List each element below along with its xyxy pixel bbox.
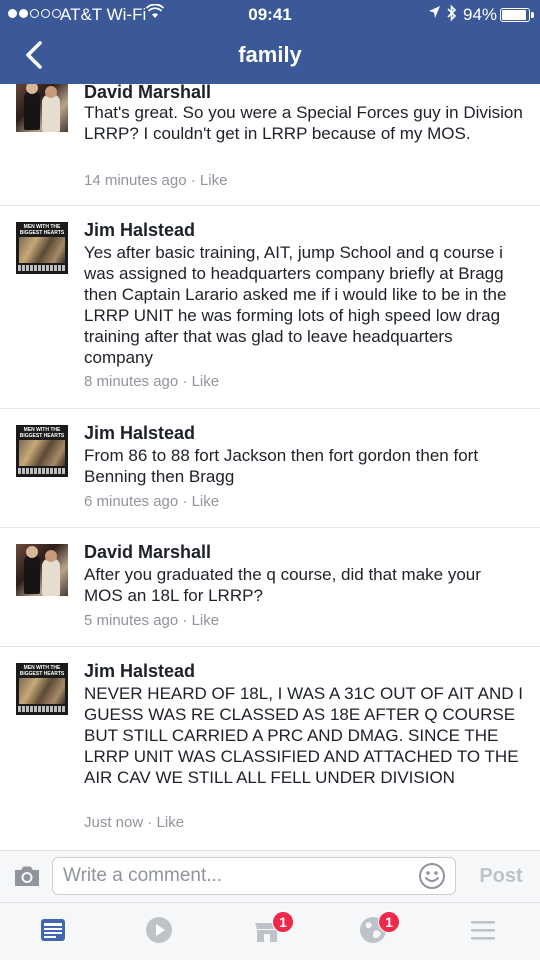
comment-input[interactable] <box>52 857 456 895</box>
camera-icon[interactable] <box>12 863 42 889</box>
smiley-icon[interactable] <box>418 862 446 890</box>
comment-item: MEN WITH THE BIGGEST HEARTS Jim Halstead… <box>0 409 540 528</box>
comment-text: After you graduated the q course, did th… <box>84 565 481 605</box>
like-link[interactable]: Like <box>192 612 220 629</box>
comment-item: David Marshall That's great. So you were… <box>0 84 540 206</box>
news-feed-icon[interactable] <box>38 915 72 949</box>
comment-time: 8 minutes ago <box>84 373 179 390</box>
comment-meta: Just now · Like <box>84 814 185 831</box>
marketplace-badge: 1 <box>272 911 294 933</box>
avatar[interactable] <box>16 544 68 596</box>
comment-meta: 8 minutes ago · Like <box>84 373 220 390</box>
comment-author[interactable]: David Marshall <box>84 542 211 563</box>
comment-meta: 5 minutes ago · Like <box>84 612 220 629</box>
battery-icon <box>500 8 534 22</box>
location-arrow-icon <box>428 5 441 23</box>
comment-text: Yes after basic training, AIT, jump Scho… <box>84 243 507 367</box>
status-time: 09:41 <box>248 5 292 24</box>
comment-meta: 6 minutes ago · Like <box>84 493 220 510</box>
comment-composer: Post <box>0 850 540 902</box>
video-icon[interactable] <box>144 915 178 949</box>
marketplace-icon[interactable]: 1 <box>252 911 294 949</box>
avatar-caption: MEN WITH THE BIGGEST HEARTS <box>19 224 65 236</box>
notifications-globe-icon[interactable]: 1 <box>358 911 400 949</box>
avatar[interactable]: MEN WITH THE BIGGEST HEARTS <box>16 425 68 477</box>
comment-author[interactable]: Jim Halstead <box>84 661 195 682</box>
comment-author[interactable]: Jim Halstead <box>84 220 195 241</box>
tab-bar: 1 1 <box>0 902 540 960</box>
comment-item: MEN WITH THE BIGGEST HEARTS Jim Halstead… <box>0 206 540 409</box>
comment-meta: 14 minutes ago · Like <box>84 172 228 189</box>
comment-author[interactable]: Jim Halstead <box>84 423 195 444</box>
post-button[interactable]: Post <box>468 865 534 888</box>
comment-text: From 86 to 88 fort Jackson then fort gor… <box>84 446 479 486</box>
notifications-badge: 1 <box>378 911 400 933</box>
avatar-caption: MEN WITH THE BIGGEST HEARTS <box>19 427 65 439</box>
like-link[interactable]: Like <box>192 373 220 390</box>
status-bar: AT&T Wi-Fi 09:41 94% <box>0 0 540 30</box>
top-bar: AT&T Wi-Fi 09:41 94% family <box>0 0 540 84</box>
battery-percent: 94% <box>463 5 498 24</box>
like-link[interactable]: Like <box>157 814 185 831</box>
comment-item: David Marshall After you graduated the q… <box>0 528 540 647</box>
comment-time: 5 minutes ago <box>84 612 179 629</box>
avatar[interactable]: MEN WITH THE BIGGEST HEARTS <box>16 222 68 274</box>
comment-time: 14 minutes ago <box>84 172 187 189</box>
comment-time: Just now <box>84 814 144 831</box>
comment-text: That's great. So you were a Special Forc… <box>84 103 523 143</box>
comment-time: 6 minutes ago <box>84 493 179 510</box>
comment-item: MEN WITH THE BIGGEST HEARTS Jim Halstead… <box>0 647 540 850</box>
bluetooth-icon <box>446 4 457 27</box>
avatar-caption: MEN WITH THE BIGGEST HEARTS <box>19 665 65 677</box>
menu-icon[interactable] <box>468 915 502 949</box>
like-link[interactable]: Like <box>200 172 228 189</box>
comment-author[interactable]: David Marshall <box>84 84 211 103</box>
avatar[interactable]: MEN WITH THE BIGGEST HEARTS <box>16 663 68 715</box>
avatar[interactable] <box>16 84 68 132</box>
comment-list: David Marshall That's great. So you were… <box>0 84 540 850</box>
like-link[interactable]: Like <box>192 493 220 510</box>
page-title: family <box>238 42 302 67</box>
comment-text: NEVER HEARD OF 18L, I WAS A 31C OUT OF A… <box>84 684 523 787</box>
